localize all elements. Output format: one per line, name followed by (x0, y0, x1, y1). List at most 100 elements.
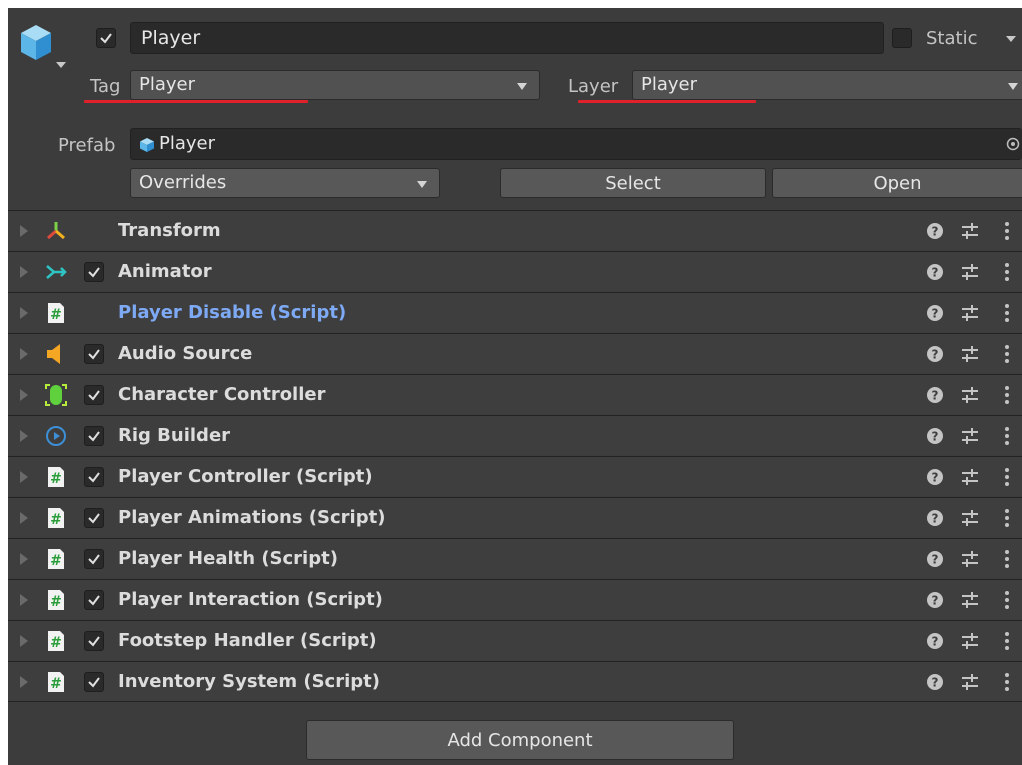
open-button[interactable]: Open (772, 168, 1022, 198)
layer-value: Player (641, 74, 698, 95)
help-icon[interactable]: ? (926, 345, 944, 363)
add-component-button[interactable]: Add Component (306, 720, 734, 760)
checkmark-icon (88, 349, 100, 360)
presets-icon[interactable] (960, 427, 980, 445)
component-enabled-checkbox[interactable] (84, 467, 104, 487)
tag-dropdown[interactable]: Player (130, 70, 540, 100)
component-enabled-checkbox[interactable] (84, 549, 104, 569)
component-enabled-checkbox[interactable] (84, 262, 104, 282)
help-icon[interactable]: ? (926, 222, 944, 240)
foldout-arrow-icon[interactable] (20, 430, 28, 442)
help-icon[interactable]: ? (926, 386, 944, 404)
component-row[interactable]: # Player Animations (Script)? (8, 497, 1022, 537)
foldout-arrow-icon[interactable] (20, 266, 28, 278)
more-options-icon[interactable] (1004, 221, 1010, 241)
foldout-arrow-icon[interactable] (20, 348, 28, 360)
svg-text:#: # (50, 512, 62, 528)
component-enabled-checkbox[interactable] (84, 426, 104, 446)
icon-dropdown-arrow[interactable] (56, 62, 66, 68)
more-options-icon[interactable] (1004, 631, 1010, 651)
active-checkbox[interactable] (96, 28, 116, 48)
help-icon[interactable]: ? (926, 468, 944, 486)
component-row[interactable]: Rig Builder? (8, 415, 1022, 455)
component-enabled-checkbox[interactable] (84, 508, 104, 528)
presets-icon[interactable] (960, 386, 980, 404)
component-row[interactable]: # Player Health (Script)? (8, 538, 1022, 578)
presets-icon[interactable] (960, 222, 980, 240)
select-button[interactable]: Select (500, 168, 766, 198)
animator-icon (44, 260, 68, 284)
component-enabled-checkbox[interactable] (84, 631, 104, 651)
presets-icon[interactable] (960, 673, 980, 691)
static-dropdown-arrow[interactable] (1006, 36, 1016, 42)
component-enabled-checkbox[interactable] (84, 672, 104, 692)
more-options-icon[interactable] (1004, 303, 1010, 323)
help-icon[interactable]: ? (926, 632, 944, 650)
help-icon[interactable]: ? (926, 673, 944, 691)
more-options-icon[interactable] (1004, 590, 1010, 610)
object-picker-icon[interactable] (1006, 137, 1020, 151)
foldout-arrow-icon[interactable] (20, 512, 28, 524)
component-row[interactable]: Transform? (8, 210, 1022, 250)
presets-icon[interactable] (960, 345, 980, 363)
more-options-icon[interactable] (1004, 672, 1010, 692)
help-icon[interactable]: ? (926, 591, 944, 609)
svg-text:?: ? (932, 553, 939, 567)
presets-icon[interactable] (960, 550, 980, 568)
component-enabled-checkbox[interactable] (84, 344, 104, 364)
component-row[interactable]: # Player Controller (Script)? (8, 456, 1022, 496)
presets-icon[interactable] (960, 509, 980, 527)
component-enabled-checkbox[interactable] (84, 385, 104, 405)
overrides-dropdown[interactable]: Overrides (130, 168, 440, 198)
presets-icon[interactable] (960, 468, 980, 486)
script-icon: # (44, 670, 68, 694)
component-row[interactable]: # Player Interaction (Script)? (8, 579, 1022, 619)
prefab-cube-icon[interactable] (18, 22, 54, 64)
component-row[interactable]: # Player Disable (Script)? (8, 292, 1022, 332)
more-options-icon[interactable] (1004, 467, 1010, 487)
component-row[interactable]: Animator? (8, 251, 1022, 291)
more-options-icon[interactable] (1004, 549, 1010, 569)
more-options-icon[interactable] (1004, 426, 1010, 446)
presets-icon[interactable] (960, 632, 980, 650)
red-underline-annotation (578, 100, 756, 103)
presets-icon[interactable] (960, 263, 980, 281)
help-icon[interactable]: ? (926, 509, 944, 527)
rig-builder-icon (44, 424, 68, 448)
foldout-arrow-icon[interactable] (20, 471, 28, 483)
svg-text:#: # (50, 471, 62, 487)
help-icon[interactable]: ? (926, 550, 944, 568)
static-label: Static (926, 28, 978, 49)
prefab-field[interactable]: Player (130, 128, 1022, 160)
foldout-arrow-icon[interactable] (20, 225, 28, 237)
more-options-icon[interactable] (1004, 385, 1010, 405)
foldout-arrow-icon[interactable] (20, 635, 28, 647)
script-icon: # (44, 465, 68, 489)
foldout-arrow-icon[interactable] (20, 553, 28, 565)
foldout-arrow-icon[interactable] (20, 307, 28, 319)
more-options-icon[interactable] (1004, 344, 1010, 364)
help-icon[interactable]: ? (926, 427, 944, 445)
svg-text:?: ? (932, 512, 939, 526)
svg-text:#: # (50, 635, 62, 651)
more-options-icon[interactable] (1004, 262, 1010, 282)
more-options-icon[interactable] (1004, 508, 1010, 528)
component-row[interactable]: Character Controller? (8, 374, 1022, 414)
component-row[interactable]: # Footstep Handler (Script)? (8, 620, 1022, 660)
component-row[interactable]: # Inventory System (Script)? (8, 661, 1022, 701)
layer-dropdown[interactable]: Player (632, 70, 1022, 100)
chevron-down-icon (1008, 83, 1018, 90)
component-enabled-checkbox[interactable] (84, 590, 104, 610)
help-icon[interactable]: ? (926, 304, 944, 322)
foldout-arrow-icon[interactable] (20, 389, 28, 401)
foldout-arrow-icon[interactable] (20, 594, 28, 606)
name-field[interactable]: Player (130, 22, 884, 54)
component-row[interactable]: Audio Source? (8, 333, 1022, 373)
chevron-down-icon (517, 83, 527, 90)
static-checkbox[interactable] (892, 28, 912, 48)
foldout-arrow-icon[interactable] (20, 676, 28, 688)
presets-icon[interactable] (960, 304, 980, 322)
presets-icon[interactable] (960, 591, 980, 609)
checkmark-icon (88, 472, 100, 483)
help-icon[interactable]: ? (926, 263, 944, 281)
